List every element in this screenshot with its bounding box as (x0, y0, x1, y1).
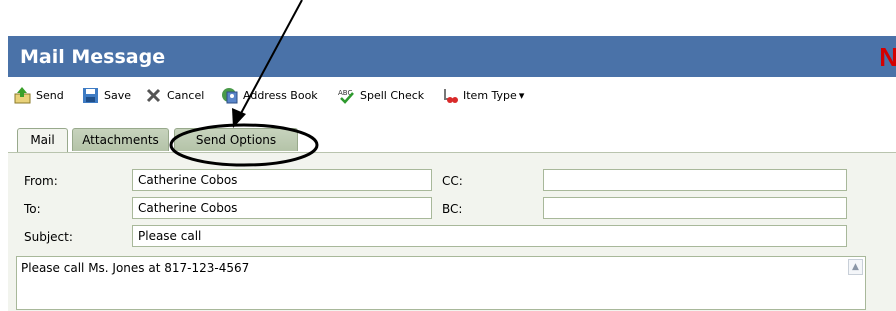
save-icon (82, 87, 99, 104)
item-type-icon (441, 87, 458, 104)
from-field[interactable]: Catherine Cobos (132, 169, 432, 191)
to-label: To: (24, 202, 41, 216)
chevron-down-icon: ▾ (518, 88, 525, 102)
spell-check-icon: ABC (338, 87, 355, 104)
address-book-label: Address Book (243, 88, 318, 102)
message-body[interactable]: Please call Ms. Jones at 817-123-4567 ▲ (16, 256, 866, 310)
message-body-text: Please call Ms. Jones at 817-123-4567 (21, 261, 250, 275)
spell-check-label: Spell Check (360, 88, 425, 102)
subject-label: Subject: (24, 230, 73, 244)
toolbar: Send Save Cancel Address Book ABC Spell … (8, 77, 896, 113)
cancel-icon (145, 87, 162, 104)
address-book-button[interactable]: Address Book (221, 85, 318, 105)
send-icon (14, 86, 31, 104)
item-type-dropdown[interactable]: Item Type ▾ (441, 85, 524, 105)
item-type-label: Item Type (463, 88, 517, 102)
window-title-bar: Mail Message N (8, 36, 896, 78)
spell-check-button[interactable]: ABC Spell Check (338, 85, 424, 105)
from-label: From: (24, 174, 58, 188)
tab-mail[interactable]: Mail (17, 128, 68, 153)
cc-field[interactable] (543, 169, 847, 191)
to-field[interactable]: Catherine Cobos (132, 197, 432, 219)
tab-send-options[interactable]: Send Options (174, 128, 298, 151)
send-label: Send (36, 88, 64, 102)
save-label: Save (104, 88, 132, 102)
tab-attachments[interactable]: Attachments (72, 128, 169, 151)
subject-field[interactable]: Please call (132, 225, 847, 247)
address-book-icon (221, 87, 238, 104)
cancel-button[interactable]: Cancel (145, 85, 204, 105)
scroll-up-button[interactable]: ▲ (848, 259, 863, 275)
save-button[interactable]: Save (82, 85, 131, 105)
send-button[interactable]: Send (14, 85, 64, 105)
cc-label: CC: (442, 174, 463, 188)
cancel-label: Cancel (167, 88, 205, 102)
window-title: Mail Message (20, 46, 166, 68)
bc-field[interactable] (543, 197, 847, 219)
bc-label: BC: (442, 202, 463, 216)
brand-logo: N (879, 42, 896, 72)
